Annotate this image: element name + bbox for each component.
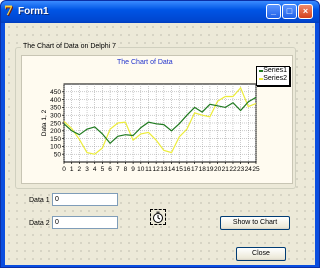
x-tick-label: 6: [108, 166, 112, 173]
x-tick-label: 17: [191, 166, 199, 173]
x-tick-label: 9: [131, 166, 135, 173]
x-tick-label: 11: [145, 166, 152, 173]
x-tick-label: 24: [245, 166, 253, 173]
y-tick-label: 400: [50, 97, 61, 104]
y-tick-label: 200: [50, 128, 61, 135]
x-tick-label: 2: [78, 166, 82, 173]
chart-legend: Series1 Series2: [256, 66, 290, 86]
group-caption: The Chart of Data on Delphi 7: [21, 43, 118, 50]
x-tick-label: 23: [237, 166, 245, 173]
close-icon: ×: [302, 6, 309, 16]
window-title: Form1: [18, 6, 49, 17]
minimize-button[interactable]: _: [266, 4, 281, 19]
x-tick-label: 1: [70, 166, 74, 173]
app-window: 7 Form1 _ □ × The Chart of Data on Delph…: [0, 0, 320, 268]
data1-label: Data 1: [29, 197, 50, 204]
legend-swatch-series1: [259, 70, 263, 72]
x-tick-label: 7: [116, 166, 120, 173]
x-tick-label: 18: [199, 166, 207, 173]
legend-swatch-series2: [259, 78, 263, 80]
close-window-button[interactable]: ×: [298, 4, 313, 19]
delphi-app-icon: 7: [4, 4, 14, 19]
y-tick-label: 350: [50, 105, 61, 112]
chart-panel: The Chart of Data 50 100 150 200 250 300 350 40…: [21, 55, 293, 184]
y-tick-label: 100: [50, 144, 61, 151]
x-tick-label: 10: [137, 166, 145, 173]
minimize-icon: _: [270, 6, 276, 16]
maximize-icon: □: [286, 6, 293, 16]
chart-group-box: The Chart of Data on Delphi 7 The Chart …: [15, 43, 296, 189]
data2-label: Data 2: [29, 220, 50, 227]
x-tick-label: 16: [183, 166, 191, 173]
x-tick-label: 19: [206, 166, 214, 173]
close-button[interactable]: Close: [236, 247, 286, 261]
x-tick-label: 14: [168, 166, 176, 173]
x-tick-label: 15: [176, 166, 184, 173]
x-tick-label: 12: [153, 166, 161, 173]
x-tick-label: 8: [124, 166, 128, 173]
show-to-chart-button[interactable]: Show to Chart: [220, 216, 290, 230]
title-bar[interactable]: 7 Form1 _ □ ×: [1, 1, 319, 23]
y-tick-label: 250: [50, 120, 61, 127]
x-tick-label: 20: [214, 166, 222, 173]
chart-plot: 501001502002503003504004500 1 2 3 4 5 6 7 8 9 10 11…: [41, 83, 260, 173]
x-tick-label: 13: [160, 166, 168, 173]
x-tick-label: 22: [229, 166, 237, 173]
y-axis-label: Data 1, 2: [41, 109, 48, 136]
form-client-area: The Chart of Data on Delphi 7 The Chart …: [5, 23, 315, 265]
data2-input[interactable]: 0: [52, 216, 118, 229]
y-tick-label: 450: [50, 89, 61, 96]
timer-component[interactable]: [150, 209, 166, 225]
maximize-button[interactable]: □: [282, 4, 297, 19]
x-tick-label: 21: [222, 166, 230, 173]
y-tick-label: 150: [50, 136, 61, 143]
x-tick-label: 5: [101, 166, 105, 173]
x-tick-label: 4: [93, 166, 97, 173]
timer-icon: [153, 211, 163, 223]
data1-input[interactable]: 0: [52, 193, 118, 206]
y-tick-label: 300: [50, 113, 61, 120]
x-tick-label: 25: [252, 166, 260, 173]
x-tick-label: 0: [62, 166, 66, 173]
x-tick-label: 3: [85, 166, 89, 173]
y-tick-label: 50: [54, 152, 62, 159]
